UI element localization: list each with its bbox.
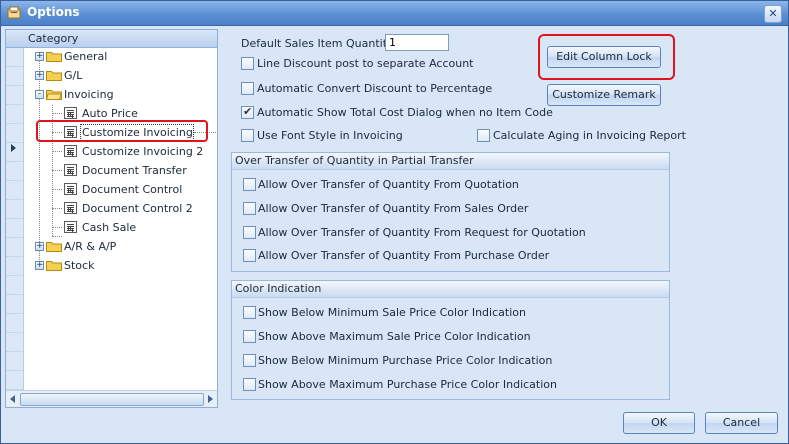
font-style-checkbox[interactable] bbox=[241, 129, 254, 142]
auto-convert-discount-checkbox[interactable] bbox=[241, 82, 254, 95]
customize-remark-button[interactable]: Customize Remark bbox=[547, 84, 661, 106]
folder-icon bbox=[46, 261, 62, 271]
settings-page-icon bbox=[64, 145, 77, 157]
settings-page-icon bbox=[64, 107, 77, 119]
over-transfer-purchase-order-label: Allow Over Transfer of Quantity From Pur… bbox=[258, 249, 550, 262]
window-title: Options bbox=[27, 5, 80, 19]
scrollbar-thumb[interactable] bbox=[20, 393, 204, 406]
over-transfer-sales-order-checkbox[interactable] bbox=[243, 202, 256, 215]
tree-item-gl[interactable]: + G/L bbox=[24, 66, 216, 85]
color-indication-title: Color Indication bbox=[235, 282, 322, 295]
highlight-edit-column-lock bbox=[538, 34, 675, 80]
over-transfer-header: Over Transfer of Quantity in Partial Tra… bbox=[232, 153, 669, 170]
below-min-sale-label: Show Below Minimum Sale Price Color Indi… bbox=[258, 306, 526, 319]
category-tree[interactable]: Category + General + G/L - Invoicing Aut… bbox=[5, 29, 218, 408]
tree-item-label: Customize Invoicing 2 bbox=[82, 145, 204, 158]
over-transfer-title: Over Transfer of Quantity in Partial Tra… bbox=[235, 154, 474, 167]
expand-icon[interactable]: + bbox=[35, 71, 44, 80]
over-transfer-purchase-order-checkbox[interactable] bbox=[243, 249, 256, 262]
auto-show-cost-label: Automatic Show Total Cost Dialog when no… bbox=[257, 106, 553, 119]
tree-item-cash-sale[interactable]: Cash Sale bbox=[24, 218, 216, 237]
tree-item-document-control[interactable]: Document Control bbox=[24, 180, 216, 199]
settings-page-icon bbox=[64, 202, 77, 214]
tree-item-label: Auto Price bbox=[82, 107, 138, 120]
category-header-label: Category bbox=[28, 32, 79, 45]
tree-item-customize-invoicing-2[interactable]: Customize Invoicing 2 bbox=[24, 142, 216, 161]
options-app-icon bbox=[7, 6, 21, 19]
title-bar[interactable]: Options ✕ bbox=[1, 1, 788, 26]
over-transfer-rfq-checkbox[interactable] bbox=[243, 226, 256, 239]
tree-item-label: A/R & A/P bbox=[64, 240, 117, 253]
default-qty-input[interactable] bbox=[385, 34, 449, 51]
settings-page-icon bbox=[64, 164, 77, 176]
above-max-purchase-checkbox[interactable] bbox=[243, 378, 256, 391]
ok-button[interactable]: OK bbox=[623, 412, 695, 434]
tree-item-label: General bbox=[64, 50, 108, 63]
settings-page-icon bbox=[64, 221, 77, 233]
over-transfer-group: Over Transfer of Quantity in Partial Tra… bbox=[231, 152, 670, 272]
open-folder-icon bbox=[46, 90, 62, 100]
tree-item-label: Cash Sale bbox=[82, 221, 137, 234]
tree-item-stock[interactable]: + Stock bbox=[24, 256, 216, 275]
folder-icon bbox=[46, 52, 62, 62]
line-discount-label: Line Discount post to separate Account bbox=[257, 57, 474, 70]
above-max-sale-label: Show Above Maximum Sale Price Color Indi… bbox=[258, 330, 531, 343]
settings-page-icon bbox=[64, 183, 77, 195]
close-icon[interactable]: ✕ bbox=[764, 5, 782, 23]
font-style-label: Use Font Style in Invoicing bbox=[257, 129, 403, 142]
options-dialog: Options ✕ Category + General + G/L - Inv… bbox=[0, 0, 789, 444]
color-indication-group: Color Indication Show Below Minimum Sale… bbox=[231, 280, 670, 400]
tree-item-ar-ap[interactable]: + A/R & A/P bbox=[24, 237, 216, 256]
collapse-icon[interactable]: - bbox=[35, 90, 44, 99]
calc-aging-checkbox[interactable] bbox=[477, 129, 490, 142]
current-row-arrow-icon bbox=[11, 144, 16, 152]
over-transfer-rfq-label: Allow Over Transfer of Quantity From Req… bbox=[258, 226, 586, 239]
expand-icon[interactable]: + bbox=[35, 242, 44, 251]
row-indicator-column bbox=[6, 48, 24, 392]
below-min-sale-checkbox[interactable] bbox=[243, 306, 256, 319]
default-qty-label: Default Sales Item Quantity: bbox=[241, 37, 397, 50]
below-min-purchase-label: Show Below Minimum Purchase Price Color … bbox=[258, 354, 553, 367]
below-min-purchase-checkbox[interactable] bbox=[243, 354, 256, 367]
tree-item-document-control-2[interactable]: Document Control 2 bbox=[24, 199, 216, 218]
color-indication-header: Color Indication bbox=[232, 281, 669, 298]
auto-convert-discount-label: Automatic Convert Discount to Percentage bbox=[257, 82, 493, 95]
tree-item-label: Document Control bbox=[82, 183, 183, 196]
over-transfer-quotation-label: Allow Over Transfer of Quantity From Quo… bbox=[258, 178, 519, 191]
over-transfer-quotation-checkbox[interactable] bbox=[243, 178, 256, 191]
over-transfer-sales-order-label: Allow Over Transfer of Quantity From Sal… bbox=[258, 202, 529, 215]
line-discount-checkbox[interactable] bbox=[241, 57, 254, 70]
tree-item-label: Document Control 2 bbox=[82, 202, 193, 215]
tree-item-document-transfer[interactable]: Document Transfer bbox=[24, 161, 216, 180]
tree-item-label: Document Transfer bbox=[82, 164, 187, 177]
auto-show-cost-checkbox[interactable] bbox=[241, 105, 254, 119]
highlight-customize-invoicing bbox=[36, 120, 208, 142]
expand-icon[interactable]: + bbox=[35, 261, 44, 270]
cancel-button[interactable]: Cancel bbox=[705, 412, 778, 434]
horizontal-scrollbar[interactable] bbox=[6, 390, 217, 407]
scroll-right-icon[interactable] bbox=[208, 395, 213, 403]
tree-item-label: Invoicing bbox=[64, 88, 114, 101]
above-max-sale-checkbox[interactable] bbox=[243, 330, 256, 343]
tree-item-general[interactable]: + General bbox=[24, 47, 216, 66]
expand-icon[interactable]: + bbox=[35, 52, 44, 61]
folder-icon bbox=[46, 71, 62, 81]
tree-item-invoicing[interactable]: - Invoicing bbox=[24, 85, 216, 104]
category-header: Category bbox=[6, 30, 217, 48]
calc-aging-label: Calculate Aging in Invoicing Report bbox=[493, 129, 686, 142]
tree-item-label: G/L bbox=[64, 69, 83, 82]
scroll-left-icon[interactable] bbox=[10, 395, 15, 403]
folder-icon bbox=[46, 242, 62, 252]
tree-item-label: Stock bbox=[64, 259, 95, 272]
above-max-purchase-label: Show Above Maximum Purchase Price Color … bbox=[258, 378, 557, 391]
